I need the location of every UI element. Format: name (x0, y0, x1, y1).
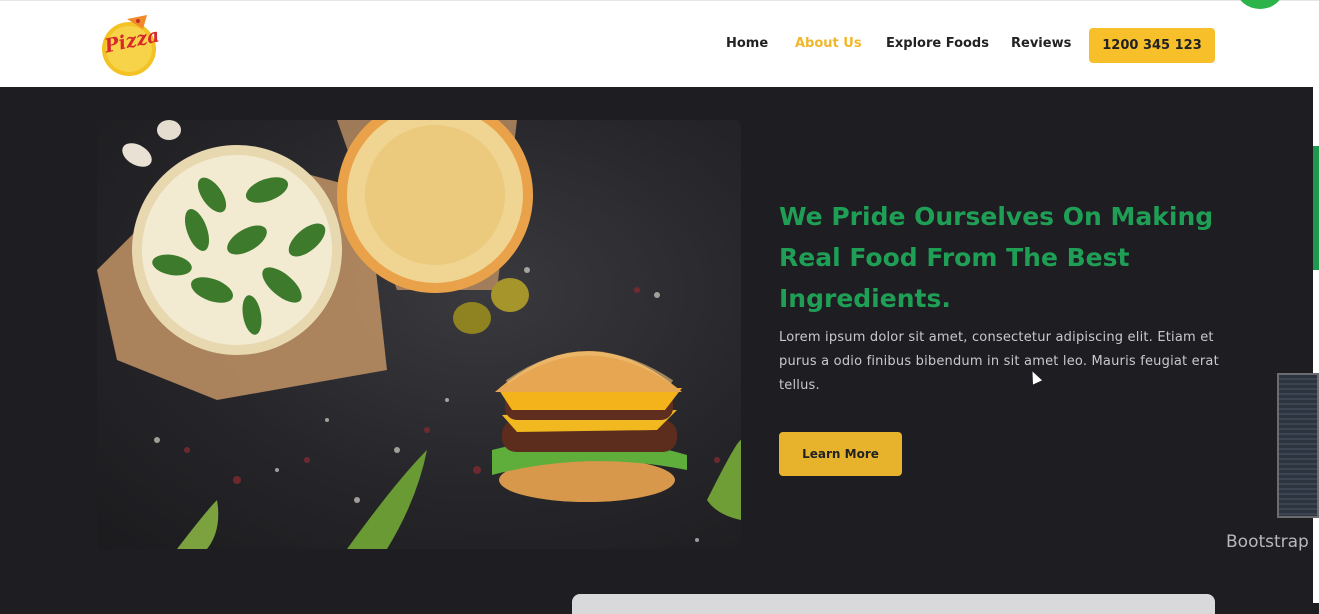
nav-about-us[interactable]: About Us (795, 36, 862, 51)
nav-explore-foods[interactable]: Explore Foods (886, 36, 989, 51)
bootstrap-label: Bootstrap (1226, 532, 1309, 552)
nav-reviews[interactable]: Reviews (1011, 36, 1071, 51)
learn-more-button[interactable]: Learn More (779, 432, 902, 476)
hero-headline: We Pride Ourselves On Making Real Food F… (779, 202, 1214, 313)
site-header: Pizza Home About Us Explore Foods Review… (0, 0, 1319, 87)
decorative-blob (1237, 0, 1283, 9)
hero-image (97, 120, 741, 549)
scroll-indicator[interactable] (1313, 146, 1319, 270)
code-preview-thumbnail[interactable] (1277, 373, 1319, 518)
phone-button[interactable]: 1200 345 123 (1089, 28, 1215, 63)
hero-paragraph: Lorem ipsum dolor sit amet, consectetur … (779, 330, 1219, 393)
next-section-card (572, 594, 1215, 614)
nav-home[interactable]: Home (726, 36, 768, 51)
